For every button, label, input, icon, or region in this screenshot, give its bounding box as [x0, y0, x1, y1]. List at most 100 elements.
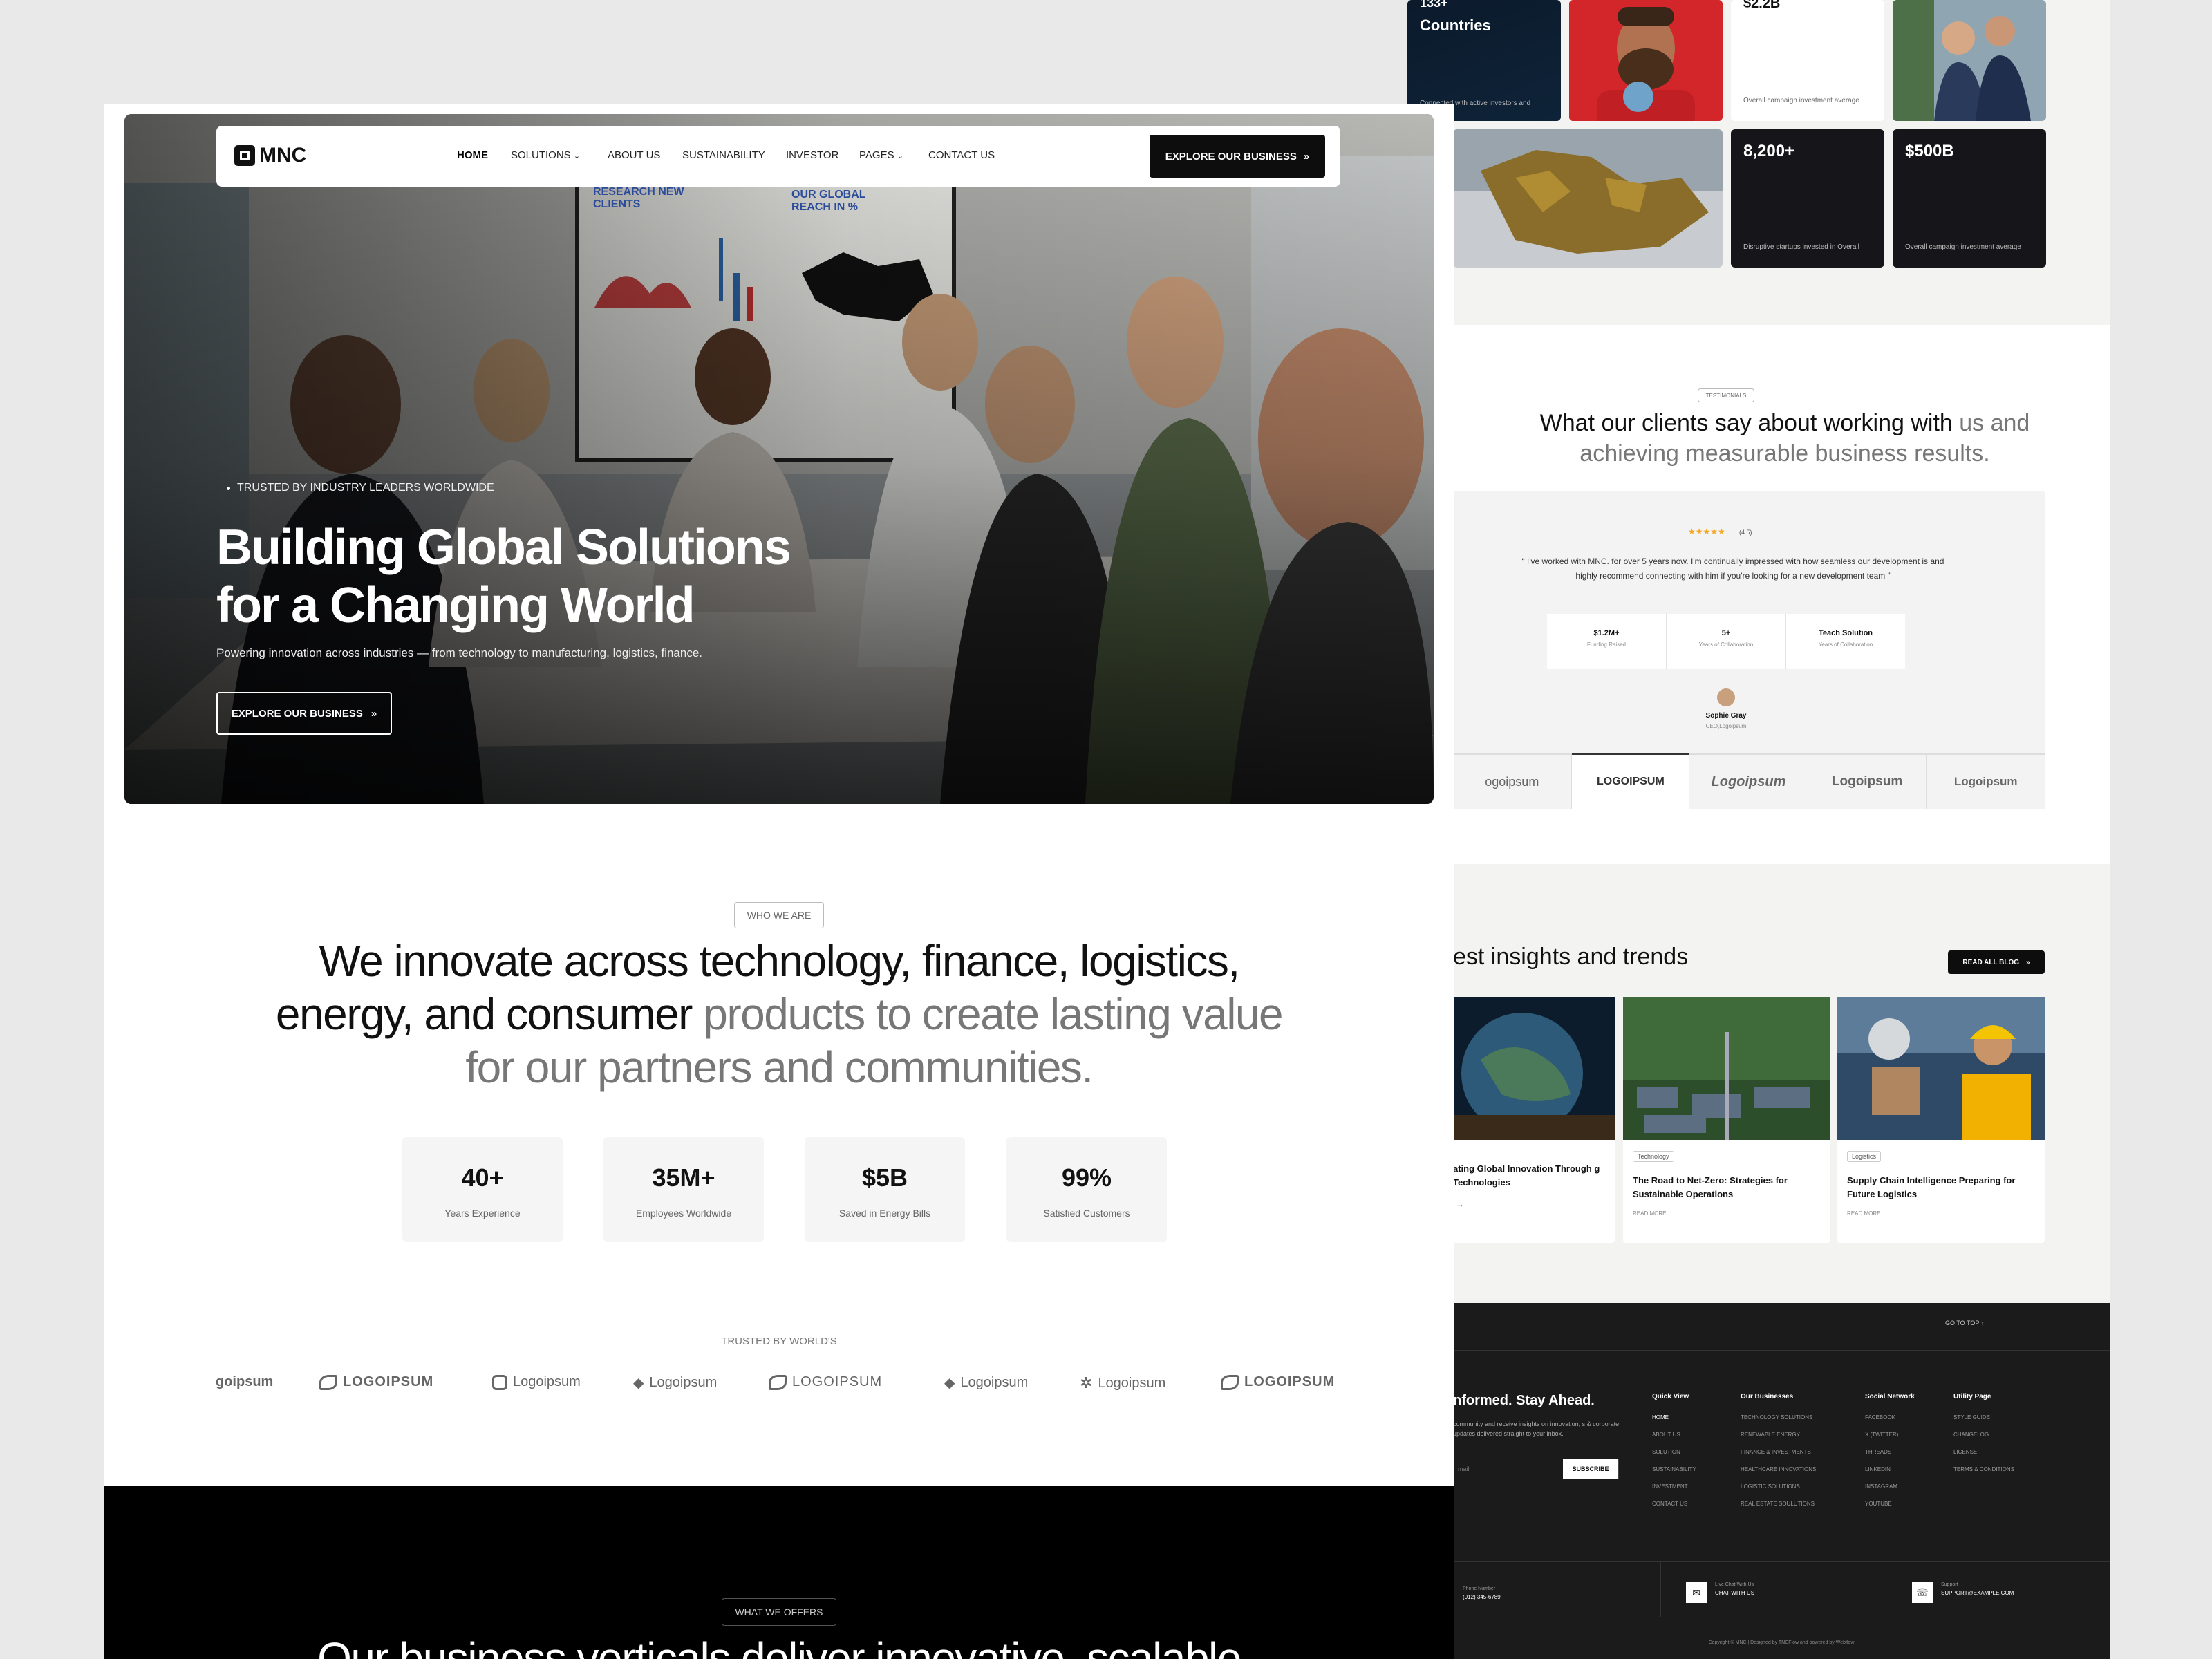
testimonial-person: Sophie Gray	[1705, 712, 1747, 720]
brand-logo[interactable]: MNC	[234, 144, 306, 167]
blog-card-title[interactable]: Supply Chain Intelligence Preparing for …	[1847, 1174, 2034, 1201]
client-logo[interactable]: Logoipsum	[1927, 755, 2045, 809]
stat-card: 35M+ Employees Worldwide	[603, 1137, 764, 1242]
footer-link[interactable]: HOME	[1652, 1414, 1728, 1421]
newsletter-form: SUBSCRIBE	[1453, 1459, 1619, 1479]
blog-title: est insights and trends	[1453, 944, 1689, 970]
testimonial-card: ★★★★★ (4.5) “ I've worked with MNC. for …	[1453, 491, 2045, 809]
blog-section: est insights and trends READ ALL BLOG» a…	[1453, 868, 2110, 1303]
hero-title: Building Global Solutions for a Changing…	[216, 520, 791, 633]
who-we-are-chip: WHO WE ARE	[734, 902, 824, 928]
stat-card: $5B Saved in Energy Bills	[805, 1137, 965, 1242]
contact-chat[interactable]: ✉ Live Chat With Us CHAT WITH US	[1661, 1562, 1884, 1617]
arrow-right-icon: →	[1456, 1199, 1464, 1209]
chat-icon: ✉	[1686, 1582, 1707, 1603]
footer-link[interactable]: CHANGELOG	[1953, 1432, 2043, 1438]
footer-link[interactable]: TERMS & CONDITIONS	[1953, 1466, 2043, 1472]
contact-support[interactable]: ☏ Support SUPPORT@EXAMPLE.COM	[1884, 1562, 2110, 1617]
footer-link[interactable]: INSTAGRAM	[1865, 1483, 1941, 1490]
footer-link[interactable]: LOGISTIC SOLUTIONS	[1741, 1483, 1853, 1490]
testimonial-logo-strip[interactable]: ogoipsum LOGOIPSUM Logoipsum Logoipsum L…	[1453, 753, 2045, 809]
footer-link[interactable]: SOLUTION	[1652, 1449, 1728, 1455]
contact-phone[interactable]: Phone Number (012) 345-6789	[1453, 1562, 1661, 1617]
nav-explore-button[interactable]: EXPLORE OUR BUSINESS»	[1150, 135, 1325, 178]
footer-col-utility: Utility Page STYLE GUIDE CHANGELOG LICEN…	[1953, 1393, 2043, 1507]
logo-mark-icon: ◆	[944, 1376, 955, 1391]
nav-sustainability[interactable]: SUSTAINABILITY	[682, 149, 765, 161]
blog-card-title[interactable]: The Road to Net-Zero: Strategies for Sus…	[1633, 1174, 1819, 1201]
partner-logo: ✲ Logoipsum	[1080, 1374, 1166, 1391]
photo-man-globe	[1569, 0, 1723, 121]
logo-mark-icon	[1221, 1374, 1239, 1390]
photo-world-map-office	[1453, 129, 1723, 268]
nav-about[interactable]: ABOUT US	[608, 149, 660, 161]
testimonial-metrics: $1.2M+ Funding Raised 5+ Years of Collabor…	[1547, 614, 1905, 669]
footer: GO TO TOP ↑ nformed. Stay Ahead. communi…	[1453, 1303, 2110, 1659]
footer-link[interactable]: CONTACT US	[1652, 1501, 1728, 1507]
partner-logo: goipsum	[216, 1374, 274, 1389]
blog-card-tag: Technology	[1633, 1151, 1674, 1162]
hero-explore-button[interactable]: EXPLORE OUR BUSINESS»	[216, 692, 392, 735]
testimonials-section: TESTIMONIALS What our clients say about …	[1453, 325, 2110, 864]
footer-col-social: Social Network FACEBOOK X (TWITTER) THRE…	[1865, 1393, 1941, 1507]
blog-card[interactable]: Logistics Supply Chain Intelligence Prep…	[1837, 997, 2045, 1243]
client-logo[interactable]: Logoipsum	[1689, 755, 1808, 809]
footer-link[interactable]: INVESTMENT	[1652, 1483, 1728, 1490]
footer-link[interactable]: RENEWABLE ENERGY	[1741, 1432, 1853, 1438]
footer-link[interactable]: LICENSE	[1953, 1449, 2043, 1455]
top-nav: MNC HOME SOLUTIONS ⌄ ABOUT US SUSTAINABI…	[216, 126, 1340, 187]
chevrons-right-icon: »	[371, 707, 377, 720]
brand-icon	[234, 145, 255, 166]
client-logo[interactable]: ogoipsum	[1453, 755, 1572, 809]
tile-campaign: $2.2B Overall campaign investment averag…	[1731, 0, 1884, 121]
footer-link[interactable]: YOUTUBE	[1865, 1501, 1941, 1507]
footer-link[interactable]: LINKEDIN	[1865, 1466, 1941, 1472]
nav-investor[interactable]: INVESTOR	[786, 149, 838, 161]
nav-home[interactable]: HOME	[457, 149, 488, 161]
footer-link[interactable]: X (TWITTER)	[1865, 1432, 1941, 1438]
subscribe-button[interactable]: SUBSCRIBE	[1563, 1459, 1618, 1479]
nav-pages[interactable]: PAGES ⌄	[859, 149, 903, 161]
footer-link[interactable]: REAL ESTATE SOULUTIONS	[1741, 1501, 1853, 1507]
footer-link[interactable]: STYLE GUIDE	[1953, 1414, 2043, 1421]
read-more-link[interactable]: READ MORE	[1847, 1210, 1880, 1217]
footer-link[interactable]: HEALTHCARE INNOVATIONS	[1741, 1466, 1853, 1472]
avatar	[1717, 688, 1735, 706]
read-all-blog-button[interactable]: READ ALL BLOG»	[1948, 950, 2045, 974]
nav-solutions[interactable]: SOLUTIONS ⌄	[511, 149, 580, 161]
footer-link[interactable]: SUSTAINABILITY	[1652, 1466, 1728, 1472]
nav-contact[interactable]: CONTACT US	[928, 149, 995, 161]
footer-columns: Quick View HOME ABOUT US SOLUTION SUSTAI…	[1652, 1393, 2094, 1507]
logo-mark-icon	[319, 1374, 337, 1390]
copyright: Copyright © MNC | Designed by TNCFlow an…	[1708, 1640, 1855, 1645]
chevron-down-icon: ⌄	[573, 152, 581, 160]
logo-mark-icon: ✲	[1080, 1374, 1093, 1391]
email-input[interactable]	[1454, 1459, 1563, 1479]
go-to-top-link[interactable]: GO TO TOP ↑	[1945, 1320, 1984, 1327]
client-logo-active[interactable]: LOGOIPSUM	[1571, 753, 1690, 809]
logo-mark-icon: ◆	[633, 1376, 644, 1391]
support-icon: ☏	[1912, 1582, 1933, 1603]
blog-card-title[interactable]: ating Global Innovation Through g Techno…	[1453, 1162, 1605, 1190]
blog-image-globe	[1453, 997, 1615, 1140]
blog-card-tag: Logistics	[1847, 1151, 1882, 1162]
testimonial-role: CEO,Logoipsum	[1705, 723, 1747, 729]
footer-link[interactable]: TECHNOLOGY SOLUTIONS	[1741, 1414, 1853, 1421]
footer-link[interactable]: FACEBOOK	[1865, 1414, 1941, 1421]
partner-logo: Logoipsum	[492, 1374, 581, 1390]
arrow-up-icon: ↑	[1980, 1320, 1985, 1327]
footer-blurb: community and receive insights on innova…	[1453, 1421, 1620, 1437]
whiteboard-text: OUR GLOBAL REACH IN %	[791, 189, 866, 213]
blog-card[interactable]: ating Global Innovation Through g Techno…	[1453, 997, 1615, 1243]
hero-eyebrow: TRUSTED BY INDUSTRY LEADERS WORLDWIDE	[227, 482, 494, 494]
offers-title: Our business verticals deliver innovativ…	[317, 1633, 1241, 1659]
partner-logo: LOGOIPSUM	[1221, 1374, 1335, 1390]
client-logo[interactable]: Logoipsum	[1808, 755, 1927, 809]
testimonials-chip: TESTIMONIALS	[1698, 388, 1754, 402]
read-more-link[interactable]: READ MORE	[1633, 1210, 1666, 1217]
footer-link[interactable]: ABOUT US	[1652, 1432, 1728, 1438]
blog-card[interactable]: Technology The Road to Net-Zero: Strateg…	[1623, 997, 1830, 1243]
partner-logo: ◆ Logoipsum	[944, 1375, 1029, 1391]
footer-link[interactable]: THREADS	[1865, 1449, 1941, 1455]
footer-link[interactable]: FINANCE & INVESTMENTS	[1741, 1449, 1853, 1455]
